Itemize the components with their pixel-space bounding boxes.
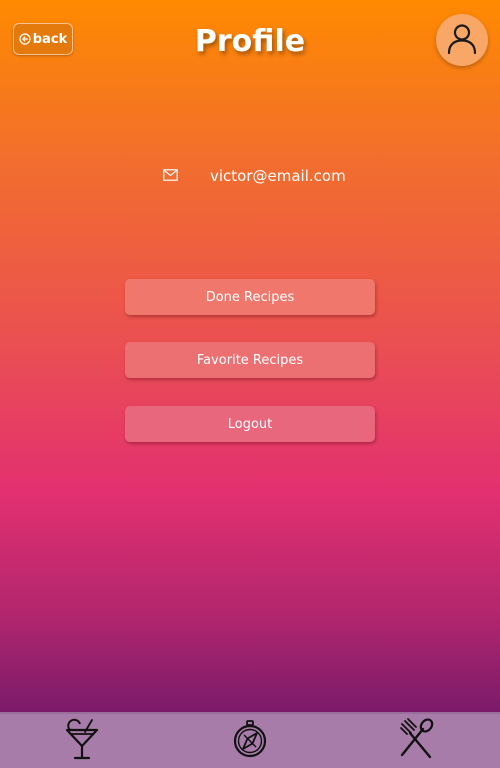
drinks-nav-button[interactable] bbox=[60, 717, 104, 765]
page-title: Profile bbox=[194, 24, 306, 59]
bottom-navigation bbox=[0, 712, 500, 768]
compass-icon bbox=[230, 717, 270, 765]
favorite-recipes-button[interactable]: Favorite Recipes bbox=[125, 342, 375, 378]
email-row: victor@email.com bbox=[0, 162, 500, 190]
cocktail-icon bbox=[62, 717, 102, 765]
logout-button[interactable]: Logout bbox=[125, 406, 375, 442]
user-icon bbox=[445, 21, 479, 59]
profile-screen: back Profile victor@email.com Done Recip… bbox=[0, 0, 500, 768]
explore-nav-button[interactable] bbox=[228, 719, 272, 763]
done-recipes-button[interactable]: Done Recipes bbox=[125, 279, 375, 315]
fork-knife-icon bbox=[394, 717, 438, 765]
profile-avatar-button[interactable] bbox=[436, 14, 488, 66]
mail-icon bbox=[163, 166, 178, 185]
profile-email: victor@email.com bbox=[210, 167, 346, 185]
foods-nav-button[interactable] bbox=[394, 717, 438, 765]
